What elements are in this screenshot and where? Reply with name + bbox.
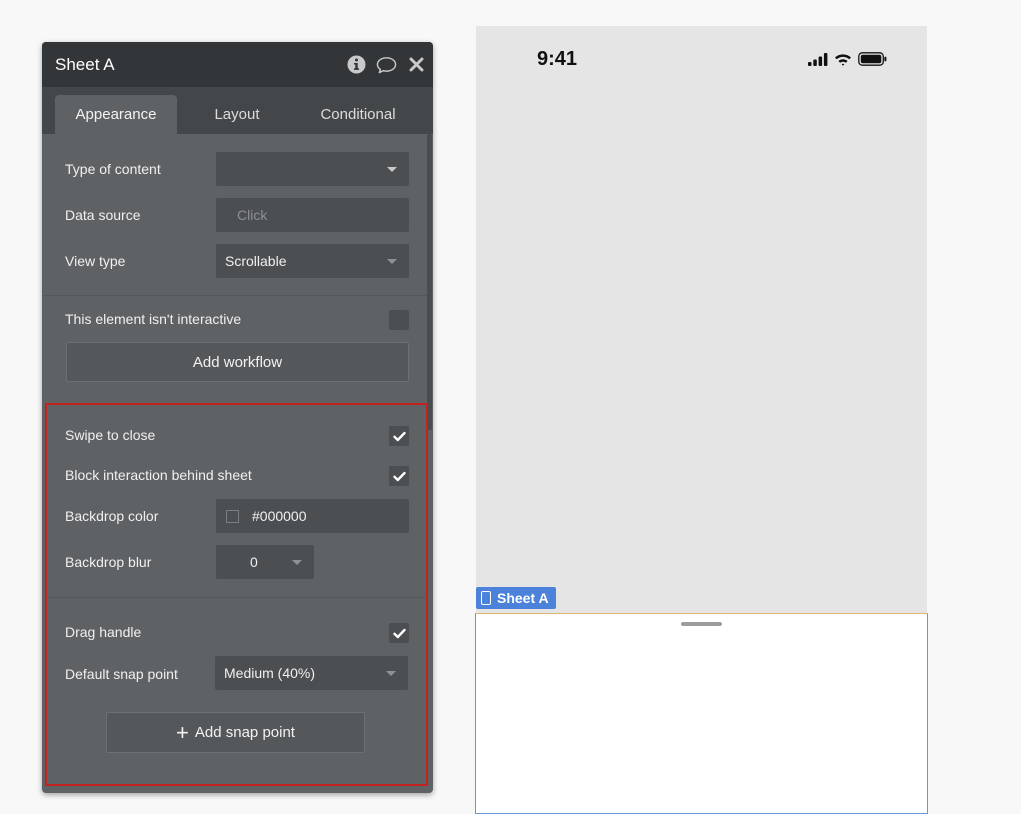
swipe-to-close-checkbox[interactable] [389,426,409,446]
sheet-element[interactable] [475,613,928,814]
chevron-down-icon [387,259,397,264]
panel-title: Sheet A [55,54,115,74]
view-type-dropdown[interactable]: Scrollable [216,244,409,278]
checkmark-icon [392,628,406,638]
drag-handle-label: Drag handle [65,624,142,640]
sheet-tag[interactable]: Sheet A [476,587,556,609]
tab-bar: Appearance Layout Conditional [42,87,433,134]
backdrop-color-value: #000000 [252,508,307,524]
block-interaction-label: Block interaction behind sheet [65,467,252,483]
backdrop-blur-dropdown[interactable]: 0 [216,545,314,579]
backdrop-blur-value: 0 [250,554,258,570]
panel-scrollbar[interactable] [427,134,432,430]
backdrop-color-picker[interactable]: #000000 [216,499,409,533]
backdrop-blur-label: Backdrop blur [65,554,152,570]
view-type-label: View type [65,253,126,269]
chevron-down-icon [387,167,397,172]
add-workflow-label: Add workflow [192,353,283,371]
backdrop-color-label: Backdrop color [65,508,159,524]
section-divider [42,295,427,296]
data-source-placeholder: Click [237,207,268,223]
chevron-down-icon [386,671,396,676]
block-interaction-checkbox[interactable] [389,466,409,486]
color-swatch[interactable] [226,509,239,523]
battery-icon [858,52,887,66]
wifi-icon [835,53,851,66]
header-icons [346,54,427,75]
add-workflow-button[interactable]: Add workflow [66,342,409,382]
default-snap-value: Medium (40%) [224,665,316,681]
section-divider [46,597,425,598]
not-interactive-label: This element isn't interactive [65,311,242,327]
add-snap-point-button[interactable]: + Add snap point [106,712,365,753]
checkmark-icon [392,471,406,481]
signal-icon [808,52,828,66]
tab-layout[interactable]: Layout [177,95,297,134]
status-time: 9:41 [537,48,578,70]
plus-icon: + [176,719,189,745]
tab-conditional[interactable]: Conditional [297,95,419,134]
data-source-input[interactable]: Click [216,198,409,232]
default-snap-dropdown[interactable]: Medium (40%) [215,656,408,690]
default-snap-label: Default snap point [65,666,178,682]
status-icons [808,52,887,66]
chevron-down-icon [292,560,302,565]
sheet-tag-label: Sheet A [497,590,549,606]
panel-header[interactable]: Sheet A [42,42,433,87]
comment-icon[interactable] [376,54,397,75]
drag-handle[interactable] [681,622,722,626]
document-icon [481,591,491,605]
not-interactive-checkbox[interactable] [389,310,409,330]
swipe-to-close-label: Swipe to close [65,427,156,443]
info-icon[interactable] [346,54,367,75]
close-icon[interactable] [406,54,427,75]
add-snap-point-label: Add snap point [194,724,295,741]
tab-appearance[interactable]: Appearance [55,95,177,134]
checkmark-icon [392,431,406,441]
type-of-content-dropdown[interactable] [216,152,409,186]
drag-handle-checkbox[interactable] [389,623,409,643]
type-of-content-label: Type of content [65,161,161,177]
property-editor-panel: Sheet A Appearance Layout Conditional Ty… [42,42,433,793]
data-source-label: Data source [65,207,141,223]
view-type-value: Scrollable [225,253,287,269]
